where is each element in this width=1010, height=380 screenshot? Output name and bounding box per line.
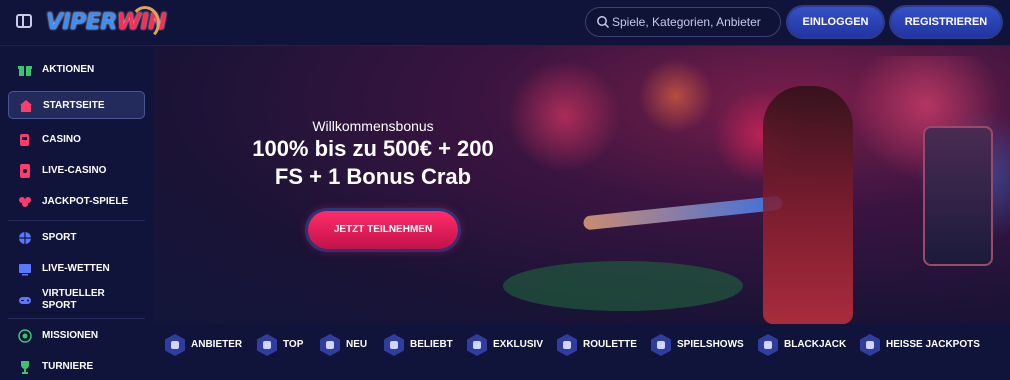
search-box[interactable] [585,7,781,37]
search-icon [597,16,610,29]
trophy-icon [21,361,29,374]
sidebar-toggle-icon[interactable] [16,14,32,28]
category-label: TOP [283,339,304,350]
sidebar-item-label: VIRTUELLER SPORT [42,288,105,311]
sidebar-item-live-wetten[interactable]: LIVE-WETTEN [8,255,145,283]
banner-subtitle: Willkommensbonus [312,118,434,134]
logo-swoosh-icon [130,6,160,40]
category-label: BELIEBT [410,339,453,350]
clover-icon [19,197,31,207]
category-label: NEU [346,339,368,350]
banner-title-line-2: FS + 1 Bonus Crab [274,164,472,189]
sidebar-divider [8,220,145,221]
show-icon [651,334,671,356]
sidebar-item-label: LIVE-CASINO [42,165,107,176]
sidebar-item-turniere[interactable]: TURNIERE [8,353,145,380]
join-now-button[interactable]: JETZT TEILNEHMEN [308,211,458,249]
slot-machine-icon [20,134,29,146]
sidebar-item-label: SPORT [42,232,77,243]
flame-icon [384,334,404,356]
sidebar-item-label: MISSIONEN [42,330,99,341]
sidebar-item-startseite[interactable]: STARTSEITE [8,91,145,119]
banner-slot-machine-image [923,126,993,266]
search-input[interactable] [612,8,778,36]
sidebar-item-label: STARTSEITE [43,100,105,111]
category-label: BLACKJACK [784,339,847,350]
sidebar-item-missionen[interactable]: MISSIONEN [8,322,145,350]
star-icon [257,334,277,356]
logo[interactable]: VIPERWIN [46,6,176,40]
sidebar-item-label: CASINO [42,134,81,145]
jackpot-icon [860,334,880,356]
category-label: SPIELSHOWS [677,339,744,350]
sidebar-item-label: JACKPOT-SPIELE [42,196,129,207]
banner-figure-image [763,86,853,324]
home-icon [20,100,32,112]
sidebar-item-sport[interactable]: SPORT [8,224,145,252]
promo-banner[interactable]: Willkommensbonus 100% bis zu 500€ + 200 … [153,46,1010,324]
sidebar-item-label: LIVE-WETTEN [42,263,110,274]
banner-poker-table-image [503,261,743,311]
ball-icon [19,232,31,244]
category-bar: ANBIETER TOP NEU BELIEBT EXKLUSIV ROULET… [153,324,1010,380]
sidebar-item-label: TURNIERE [42,361,94,372]
category-label: ROULETTE [583,339,637,350]
gift-icon [18,66,32,76]
top-header: VIPERWIN EINLOGGEN REGISTRIEREN [0,0,1010,46]
logo-part-1: VIPER [46,10,117,35]
sidebar-item-casino[interactable]: CASINO [8,126,145,154]
roulette-icon [557,334,577,356]
diamond-icon [467,334,487,356]
target-icon [18,329,32,343]
sidebar: AKTIONEN STARTSEITE CASINO LIVE-CASINO J… [0,46,153,380]
category-label: ANBIETER [191,339,243,350]
sidebar-item-live-casino[interactable]: LIVE-CASINO [8,157,145,185]
tv-icon [19,264,31,276]
sidebar-item-jackpot-spiele[interactable]: JACKPOT-SPIELE [8,188,145,216]
sidebar-divider [8,318,145,319]
live-cards-icon [20,164,30,178]
register-button[interactable]: REGISTRIEREN [891,7,1001,37]
sidebar-item-virtueller-sport[interactable]: VIRTUELLER SPORT [8,286,145,314]
banner-title-line-1: 100% bis zu 500€ + 200 [252,136,494,161]
sidebar-item-label: AKTIONEN [42,64,95,75]
banner-text: Willkommensbonus 100% bis zu 500€ + 200 … [213,118,533,190]
provider-icon [165,334,185,356]
new-icon [320,334,340,356]
category-label: HEISSE JACKPOTS [886,339,980,350]
login-button[interactable]: EINLOGGEN [788,7,883,37]
gamepad-icon [19,297,31,304]
sidebar-item-aktionen[interactable]: AKTIONEN [8,56,145,84]
spade-icon [758,334,778,356]
category-label: EXKLUSIV [493,339,544,350]
